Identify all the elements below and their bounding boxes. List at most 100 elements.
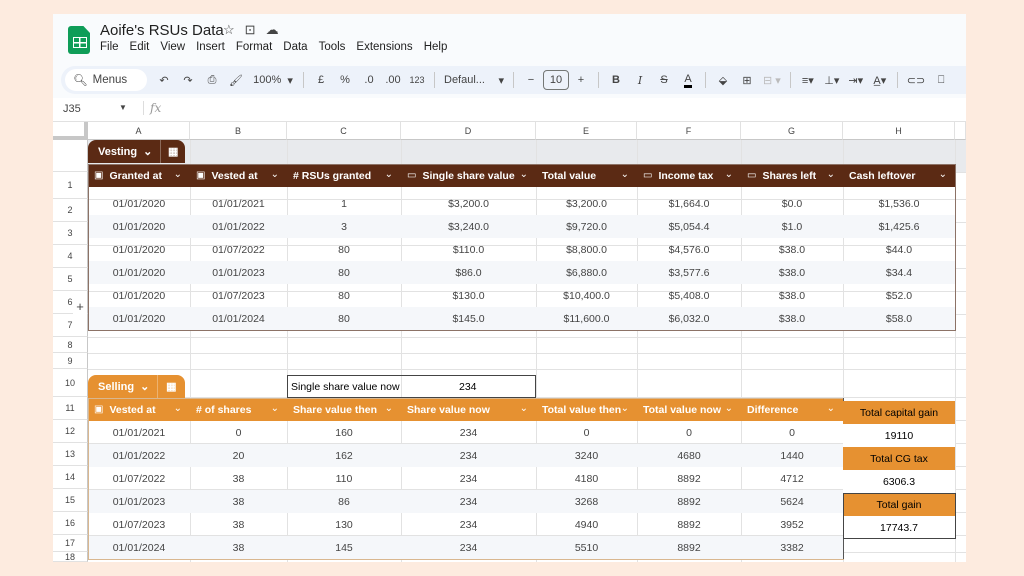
row-header-1[interactable]: 1 (53, 172, 88, 199)
column-header-i[interactable] (955, 122, 966, 140)
row-header-15[interactable]: 15 (53, 489, 88, 512)
table-cell[interactable]: 01/01/2020 (88, 307, 190, 330)
table-cell[interactable]: 110 (287, 467, 401, 490)
table-cell[interactable]: 8892 (637, 536, 741, 559)
table-cell[interactable]: $86.0 (401, 261, 536, 284)
table-cell[interactable]: 234 (401, 444, 536, 467)
column-header-cell[interactable]: ▭ Single share value ⌄ (401, 164, 536, 187)
chevron-down-icon[interactable]: ⌄ (520, 169, 528, 180)
select-all-corner[interactable] (53, 122, 88, 140)
row-header-12[interactable]: 12 (53, 420, 88, 443)
chevron-down-icon[interactable]: ⌄ (725, 169, 733, 180)
table-cell[interactable]: $34.4 (843, 261, 955, 284)
row-header-3[interactable]: 3 (53, 222, 88, 245)
chevron-down-icon[interactable]: ⌄ (621, 403, 629, 414)
table-cell[interactable]: 01/01/2020 (88, 261, 190, 284)
move-folder-icon[interactable]: ⊡ (245, 22, 256, 38)
column-header-cell[interactable]: Share value now ⌄ (401, 398, 536, 421)
row-header-9[interactable]: 9 (53, 353, 88, 369)
table-cell[interactable]: 80 (287, 238, 401, 261)
sheets-logo-icon[interactable] (68, 26, 90, 54)
column-header-b[interactable]: B (190, 122, 287, 140)
column-header-cell[interactable]: ▭ Income tax ⌄ (637, 164, 741, 187)
table-cell[interactable]: $44.0 (843, 238, 955, 261)
table-cell[interactable]: 01/01/2023 (190, 261, 287, 284)
insert-link-icon[interactable]: ⊂⊃ (904, 69, 928, 91)
column-header-cell[interactable]: # of shares ⌄ (190, 398, 287, 421)
column-header-cell[interactable]: ▭ Shares left ⌄ (741, 164, 843, 187)
chevron-down-icon[interactable]: ⌄ (621, 169, 629, 180)
table-cell[interactable]: $9,720.0 (536, 215, 637, 238)
table-cell[interactable]: 145 (287, 536, 401, 559)
table-tab-vesting[interactable]: Vesting ⌄ ▦ (88, 140, 185, 163)
search-menus[interactable]: 🔍︎ Menus (65, 69, 147, 91)
chevron-down-icon[interactable]: ⌄ (385, 169, 393, 180)
table-cell[interactable]: 01/07/2022 (88, 467, 190, 490)
table-cell[interactable]: $145.0 (401, 307, 536, 330)
table-cell[interactable]: 01/01/2022 (190, 215, 287, 238)
table-cell[interactable]: 4712 (741, 467, 843, 490)
table-cell[interactable]: 234 (401, 536, 536, 559)
table-cell[interactable]: $1,425.6 (843, 215, 955, 238)
table-cell[interactable]: 80 (287, 307, 401, 330)
table-cell[interactable]: $0.0 (741, 192, 843, 215)
table-cell[interactable]: 01/01/2021 (190, 192, 287, 215)
table-view-icon[interactable]: ▦ (161, 145, 185, 158)
row-header-4[interactable]: 4 (53, 245, 88, 268)
table-cell[interactable]: 234 (401, 421, 536, 444)
table-cell[interactable]: 1 (287, 192, 401, 215)
vertical-align-icon[interactable]: ⊥▾ (821, 69, 843, 91)
table-cell[interactable]: 01/01/2020 (88, 192, 190, 215)
table-cell[interactable]: 160 (287, 421, 401, 444)
table-cell[interactable]: 01/01/2024 (88, 536, 190, 559)
table-cell[interactable]: $3,200.0 (401, 192, 536, 215)
table-cell[interactable]: 8892 (637, 490, 741, 513)
row-header-14[interactable]: 14 (53, 466, 88, 489)
table-cell[interactable]: 01/01/2024 (190, 307, 287, 330)
column-header-cell[interactable]: Total value now ⌄ (637, 398, 741, 421)
column-header-cell[interactable]: Cash leftover ⌄ (843, 164, 955, 187)
table-cell[interactable]: $8,800.0 (536, 238, 637, 261)
table-cell[interactable]: 4180 (536, 467, 637, 490)
table-cell[interactable]: $6,032.0 (637, 307, 741, 330)
row-header-17[interactable]: 17 (53, 535, 88, 552)
row-header-18[interactable]: 18 (53, 552, 88, 562)
menu-insert[interactable]: Insert (196, 41, 225, 53)
menu-data[interactable]: Data (283, 41, 307, 53)
table-cell[interactable]: 3268 (536, 490, 637, 513)
summary-value-total-capital-gain[interactable]: 19110 (843, 424, 955, 447)
table-cell[interactable]: 4680 (637, 444, 741, 467)
menu-view[interactable]: View (160, 41, 185, 53)
table-cell[interactable]: $3,240.0 (401, 215, 536, 238)
table-view-icon[interactable]: ▦ (158, 380, 184, 393)
table-cell[interactable]: 0 (190, 421, 287, 444)
share-value-now-value[interactable]: 234 (401, 381, 535, 393)
column-header-e[interactable]: E (536, 122, 637, 140)
bold-button[interactable]: B (605, 69, 627, 91)
table-cell[interactable]: 01/07/2023 (190, 284, 287, 307)
table-cell[interactable]: $5,054.4 (637, 215, 741, 238)
table-cell[interactable]: $38.0 (741, 238, 843, 261)
table-name-vesting[interactable]: Vesting ⌄ (88, 140, 162, 163)
table-cell[interactable]: $52.0 (843, 284, 955, 307)
menu-tools[interactable]: Tools (319, 41, 346, 53)
summary-value-total-cg-tax[interactable]: 6306.3 (843, 470, 955, 493)
table-cell[interactable]: 4940 (536, 513, 637, 536)
horizontal-align-icon[interactable]: ≡▾ (797, 69, 819, 91)
table-cell[interactable]: 0 (741, 421, 843, 444)
table-cell[interactable]: $110.0 (401, 238, 536, 261)
row-header-8[interactable]: 8 (53, 337, 88, 353)
table-name-selling[interactable]: Selling ⌄ (88, 375, 159, 398)
star-icon[interactable]: ☆ (223, 22, 235, 38)
table-cell[interactable]: 0 (637, 421, 741, 444)
strikethrough-button[interactable]: S (653, 69, 675, 91)
font-select[interactable]: Defaul... ▾ (441, 69, 507, 91)
text-wrapping-icon[interactable]: ⇥▾ (845, 69, 867, 91)
table-cell[interactable]: $38.0 (741, 261, 843, 284)
increase-decimal-button[interactable]: .00 (382, 69, 404, 91)
table-cell[interactable]: $6,880.0 (536, 261, 637, 284)
table-cell[interactable]: $5,408.0 (637, 284, 741, 307)
table-cell[interactable]: 234 (401, 490, 536, 513)
column-header-cell[interactable]: # RSUs granted ⌄ (287, 164, 401, 187)
name-box[interactable]: J35 (63, 103, 81, 115)
